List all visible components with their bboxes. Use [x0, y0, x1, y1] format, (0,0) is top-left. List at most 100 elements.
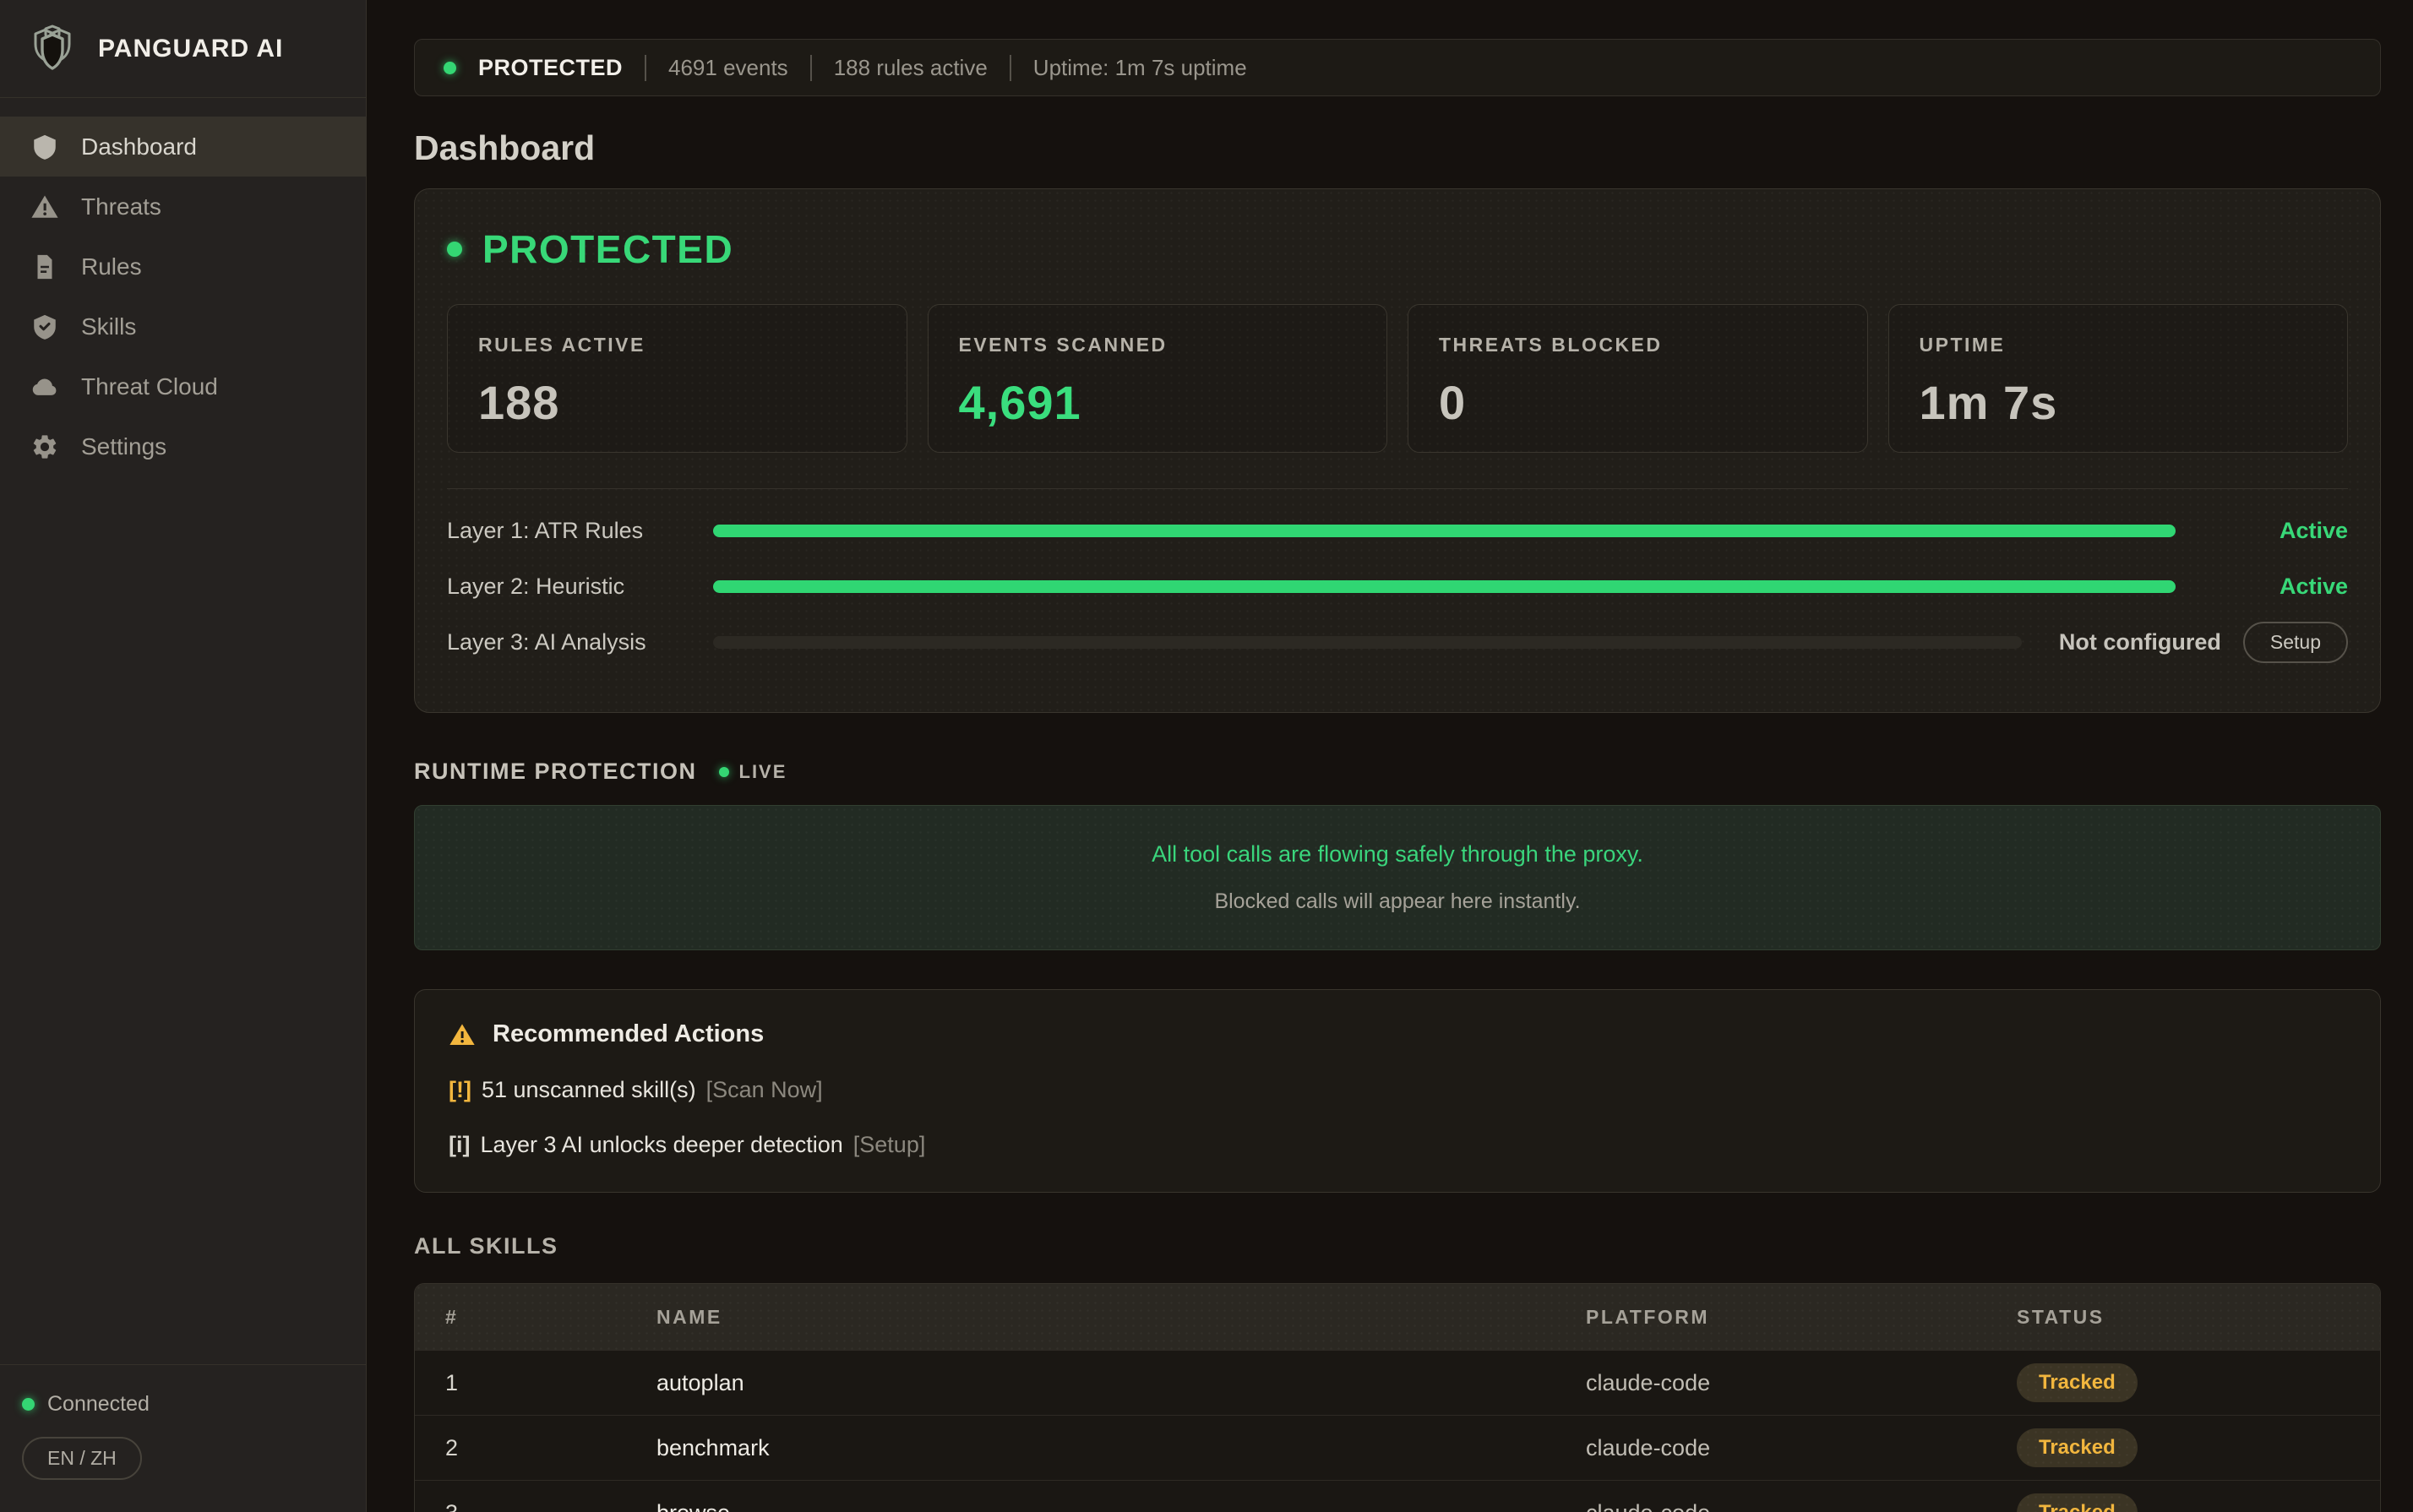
sidebar-item-dashboard[interactable]: Dashboard	[0, 117, 366, 177]
skill-name: browse	[656, 1500, 1586, 1512]
recommendation-text: Layer 3 AI unlocks deeper detection	[480, 1132, 842, 1157]
warning-prefix: [!]	[449, 1077, 471, 1102]
connected-dot-icon	[22, 1398, 35, 1411]
app-title: PANGUARD AI	[98, 35, 283, 63]
skill-index: 3	[445, 1500, 656, 1512]
document-icon	[30, 253, 59, 281]
skill-name: autoplan	[656, 1370, 1586, 1396]
shield-check-icon	[30, 313, 59, 341]
skill-index: 2	[445, 1435, 656, 1461]
stat-label: EVENTS SCANNED	[959, 334, 1357, 356]
sidebar-item-skills[interactable]: Skills	[0, 296, 366, 356]
skill-platform: claude-code	[1586, 1435, 2017, 1461]
info-prefix: [i]	[449, 1132, 470, 1157]
setup-link[interactable]: [Setup]	[853, 1132, 926, 1157]
column-header-status: STATUS	[2017, 1306, 2350, 1329]
recommendation-unscanned-skills: [!] 51 unscanned skill(s) [Scan Now]	[449, 1077, 2346, 1103]
skill-platform: claude-code	[1586, 1370, 2017, 1396]
skills-table-header: # NAME PLATFORM STATUS	[415, 1284, 2380, 1350]
skill-platform: claude-code	[1586, 1500, 2017, 1512]
stat-label: UPTIME	[1920, 334, 2318, 356]
scan-now-link[interactable]: [Scan Now]	[706, 1077, 823, 1102]
skill-name: benchmark	[656, 1435, 1586, 1461]
runtime-message-secondary: Blocked calls will appear here instantly…	[1214, 889, 1580, 914]
layer-progress-bar	[713, 636, 2022, 649]
skill-index: 1	[445, 1370, 656, 1396]
layer-setup-button[interactable]: Setup	[2243, 622, 2348, 663]
status-dot-icon	[444, 62, 456, 74]
protected-label: PROTECTED	[482, 226, 733, 272]
column-header-name: NAME	[656, 1306, 1586, 1329]
stat-value: 1m 7s	[1920, 375, 2318, 430]
live-label: LIVE	[739, 761, 787, 783]
runtime-protection-panel: All tool calls are flowing safely throug…	[414, 805, 2381, 950]
stat-label: THREATS BLOCKED	[1439, 334, 1837, 356]
layer-progress-bar	[713, 580, 2176, 593]
sidebar-item-label: Settings	[81, 433, 166, 460]
stats-grid: RULES ACTIVE 188 EVENTS SCANNED 4,691 TH…	[447, 304, 2348, 453]
protection-overview-card: PROTECTED RULES ACTIVE 188 EVENTS SCANNE…	[414, 188, 2381, 713]
sidebar-item-threat-cloud[interactable]: Threat Cloud	[0, 356, 366, 416]
top-status-bar: PROTECTED 4691 events 188 rules active U…	[414, 39, 2381, 96]
panguard-logo-icon	[25, 22, 79, 76]
table-row: 1 autoplan claude-code Tracked	[415, 1350, 2380, 1415]
runtime-message-primary: All tool calls are flowing safely throug…	[1152, 841, 1643, 867]
layer-row-ai-analysis: Layer 3: AI Analysis Not configured Setu…	[447, 614, 2348, 670]
layer-status-text: Not configured	[2059, 629, 2221, 655]
sidebar-item-label: Skills	[81, 313, 136, 340]
status-badge: Tracked	[2017, 1363, 2138, 1402]
app-root: PANGUARD AI Dashboard Threats Rules	[0, 0, 2413, 1512]
sidebar-item-label: Rules	[81, 253, 142, 280]
stat-card-uptime: UPTIME 1m 7s	[1888, 304, 2349, 453]
cloud-icon	[30, 373, 59, 401]
protection-layers: Layer 1: ATR Rules Active Layer 2: Heuri…	[447, 503, 2348, 670]
protection-status-heading: PROTECTED	[447, 226, 2348, 272]
layer-progress-bar	[713, 525, 2176, 537]
connection-status-label: Connected	[47, 1392, 150, 1417]
stat-value: 0	[1439, 375, 1837, 430]
sidebar-item-label: Dashboard	[81, 133, 197, 160]
sidebar-nav: Dashboard Threats Rules Skills	[0, 98, 366, 495]
table-row: 3 browse claude-code Tracked	[415, 1480, 2380, 1512]
recommendation-text: 51 unscanned skill(s)	[482, 1077, 696, 1102]
layer-row-heuristic: Layer 2: Heuristic Active	[447, 558, 2348, 614]
stat-value: 188	[478, 375, 876, 430]
skills-table: # NAME PLATFORM STATUS 1 autoplan claude…	[414, 1283, 2381, 1512]
shield-icon	[30, 133, 59, 161]
layer-label: Layer 2: Heuristic	[447, 574, 713, 600]
layer-label: Layer 1: ATR Rules	[447, 518, 713, 544]
rules-active-count: 188 rules active	[810, 55, 988, 81]
language-toggle-button[interactable]: EN / ZH	[22, 1437, 142, 1480]
stat-card-rules-active: RULES ACTIVE 188	[447, 304, 907, 453]
runtime-protection-title: RUNTIME PROTECTION	[414, 759, 697, 785]
table-row: 2 benchmark claude-code Tracked	[415, 1415, 2380, 1480]
events-count: 4691 events	[645, 55, 788, 81]
status-badge: Tracked	[2017, 1428, 2138, 1467]
layer-label: Layer 3: AI Analysis	[447, 629, 713, 655]
column-header-index: #	[445, 1306, 656, 1329]
stat-label: RULES ACTIVE	[478, 334, 876, 356]
protection-status: PROTECTED	[478, 55, 623, 81]
all-skills-heading: ALL SKILLS	[414, 1233, 2381, 1259]
warning-triangle-icon	[449, 1021, 476, 1048]
recommended-actions-card: Recommended Actions [!] 51 unscanned skil…	[414, 989, 2381, 1193]
uptime-readout: Uptime: 1m 7s uptime	[1010, 55, 1247, 81]
sidebar-item-threats[interactable]: Threats	[0, 177, 366, 237]
column-header-platform: PLATFORM	[1586, 1306, 2017, 1329]
layer-status-text: Active	[2280, 518, 2348, 544]
layer-row-atr-rules: Layer 1: ATR Rules Active	[447, 503, 2348, 558]
sidebar-item-rules[interactable]: Rules	[0, 237, 366, 296]
sidebar-item-label: Threat Cloud	[81, 373, 218, 400]
warning-icon	[30, 193, 59, 221]
connection-status: Connected	[22, 1392, 344, 1417]
gear-icon	[30, 432, 59, 461]
protected-dot-icon	[447, 242, 462, 257]
main-content: PROTECTED 4691 events 188 rules active U…	[367, 0, 2413, 1512]
divider	[447, 488, 2348, 489]
sidebar: PANGUARD AI Dashboard Threats Rules	[0, 0, 367, 1512]
app-logo: PANGUARD AI	[0, 0, 366, 98]
sidebar-item-settings[interactable]: Settings	[0, 416, 366, 476]
runtime-protection-heading: RUNTIME PROTECTION LIVE	[414, 759, 2381, 785]
page-title: Dashboard	[414, 128, 2381, 168]
recommended-actions-heading: Recommended Actions	[449, 1020, 2346, 1048]
